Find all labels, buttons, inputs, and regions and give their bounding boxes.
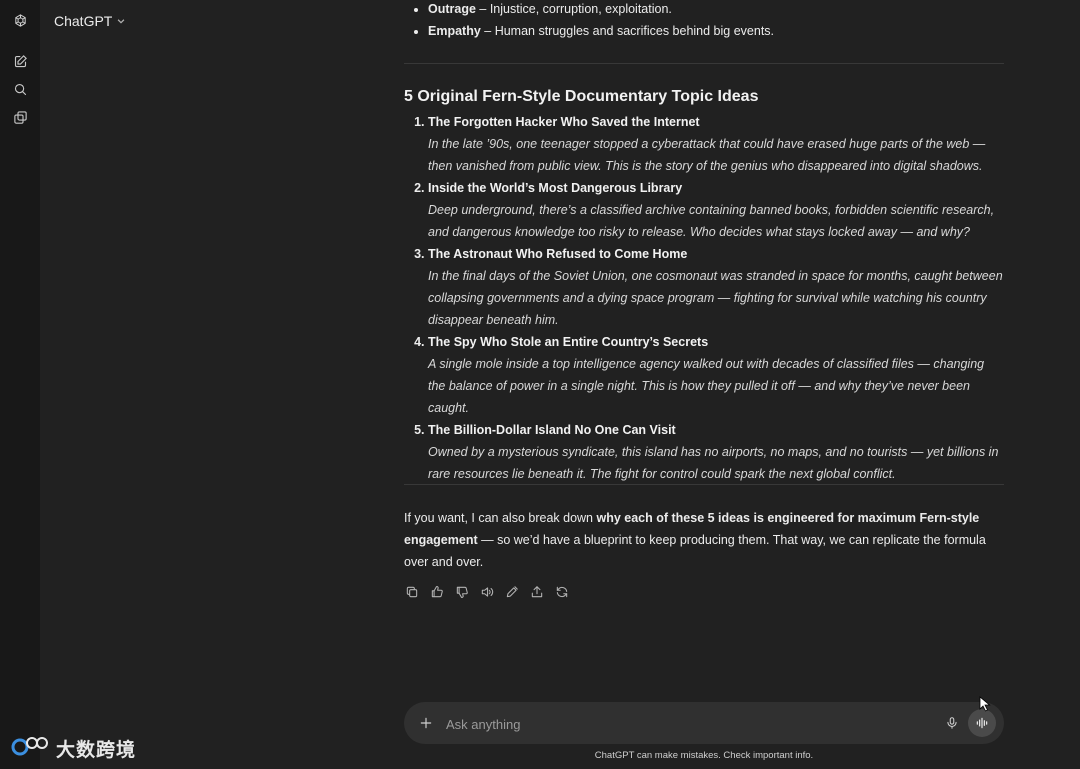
read-aloud-icon[interactable]	[479, 582, 495, 602]
watermark: 大数跨境	[10, 734, 136, 762]
watermark-text: 大数跨境	[56, 739, 137, 761]
left-rail	[0, 0, 40, 769]
voice-mode-button[interactable]	[968, 709, 996, 737]
idea-title: Inside the World’s Most Dangerous Librar…	[428, 181, 683, 195]
idea-description: Deep underground, there’s a classified a…	[428, 203, 995, 239]
idea-title: The Forgotten Hacker Who Saved the Inter…	[428, 115, 700, 129]
openai-logo-icon[interactable]	[10, 10, 30, 30]
idea-title: The Spy Who Stole an Entire Country’s Se…	[428, 335, 709, 349]
model-label: ChatGPT	[54, 13, 113, 29]
waveform-icon	[976, 717, 988, 729]
message-actions	[404, 582, 570, 602]
list-item: The Forgotten Hacker Who Saved the Inter…	[428, 111, 1004, 177]
idea-title: The Astronaut Who Refused to Come Home	[428, 247, 688, 261]
thumbs-down-icon[interactable]	[454, 582, 470, 602]
list-item: Outrage – Injustice, corruption, exploit…	[428, 0, 774, 20]
copy-icon[interactable]	[404, 582, 420, 602]
idea-title: The Billion-Dollar Island No One Can Vis…	[428, 423, 676, 437]
topic-ideas-list: The Forgotten Hacker Who Saved the Inter…	[404, 111, 1004, 485]
prompt-input[interactable]	[444, 712, 928, 736]
mouse-cursor-icon	[979, 696, 991, 712]
section-heading: 5 Original Fern-Style Documentary Topic …	[404, 88, 759, 105]
bullet-term: Outrage	[428, 2, 476, 16]
new-chat-icon[interactable]	[10, 51, 30, 71]
prompt-composer	[404, 702, 1004, 744]
idea-description: A single mole inside a top intelligence …	[428, 357, 985, 415]
bullet-term: Empathy	[428, 24, 481, 38]
list-item: The Spy Who Stole an Entire Country’s Se…	[428, 331, 1004, 419]
model-switcher[interactable]: ChatGPT	[54, 10, 126, 32]
divider	[404, 63, 1004, 64]
watermark-logo-icon	[10, 734, 50, 763]
idea-description: In the late ’90s, one teenager stopped a…	[428, 137, 986, 173]
app-window: ChatGPT Outrage – Injustice, corruption,…	[0, 0, 1080, 769]
followup-paragraph: If you want, I can also break down why e…	[404, 507, 1000, 573]
bullet-text: – Injustice, corruption, exploitation.	[475, 2, 672, 16]
bullet-text: – Human struggles and sacrifices behind …	[480, 24, 775, 38]
followup-prefix: If you want, I can also break down	[404, 511, 597, 525]
list-item: Empathy – Human struggles and sacrifices…	[428, 20, 774, 42]
list-item: The Billion-Dollar Island No One Can Vis…	[428, 419, 1004, 485]
followup-suffix: — so we’d have a blueprint to keep produ…	[404, 533, 986, 569]
emotion-bullet-list: Outrage – Injustice, corruption, exploit…	[404, 0, 774, 42]
chevron-down-icon	[118, 19, 125, 24]
share-icon[interactable]	[529, 582, 545, 602]
disclaimer-text: ChatGPT can make mistakes. Check importa…	[594, 750, 814, 761]
edit-icon[interactable]	[504, 582, 520, 602]
microphone-icon[interactable]	[942, 713, 962, 733]
search-icon[interactable]	[10, 79, 30, 99]
list-item: The Astronaut Who Refused to Come Home I…	[428, 243, 1004, 331]
idea-description: In the final days of the Soviet Union, o…	[428, 269, 1003, 327]
regenerate-icon[interactable]	[554, 582, 570, 602]
library-icon[interactable]	[10, 107, 30, 127]
thumbs-up-icon[interactable]	[429, 582, 445, 602]
idea-description: Owned by a mysterious syndicate, this is…	[428, 445, 999, 481]
plus-icon[interactable]	[416, 713, 436, 733]
divider	[404, 484, 1004, 485]
list-item: Inside the World’s Most Dangerous Librar…	[428, 177, 1004, 243]
